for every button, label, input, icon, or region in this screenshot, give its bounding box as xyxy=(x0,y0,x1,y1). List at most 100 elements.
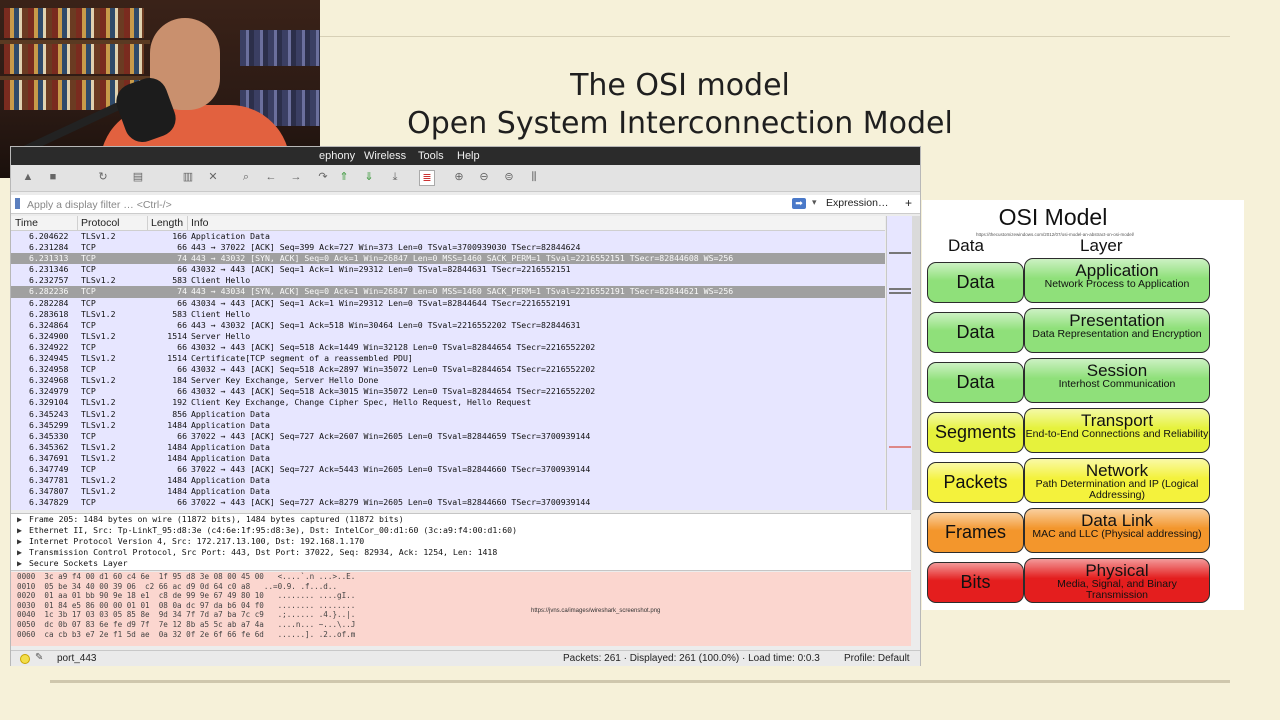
zoom-reset-icon[interactable]: ⊜ xyxy=(502,170,516,184)
save-icon[interactable]: ▥ xyxy=(181,170,195,184)
packet-time: 6.231346 xyxy=(29,264,69,275)
packet-row[interactable]: 6.231346 TCP 66 43032 → 443 [ACK] Seq=1 Ack… xyxy=(11,264,885,276)
search-icon[interactable]: ⌕ xyxy=(239,170,253,184)
menu-bar: ephony Wireless Tools Help xyxy=(11,147,920,165)
packet-row[interactable]: 6.283618 TLSv1.2 583 Client Hello xyxy=(11,308,885,320)
column-divider[interactable] xyxy=(147,216,148,230)
packet-row[interactable]: 6.347807 TLSv1.2 1484 Application Data xyxy=(11,486,885,498)
go-first-icon[interactable]: ⇑ xyxy=(337,170,351,184)
expression-button[interactable]: Expression… xyxy=(826,197,888,209)
packet-len: 856 xyxy=(172,408,187,419)
packet-row[interactable]: 6.324958 TCP 66 43032 → 443 [ACK] Seq=518 A… xyxy=(11,364,885,376)
column-info[interactable]: Info xyxy=(191,217,209,229)
packet-row[interactable]: 6.232757 TLSv1.2 583 Client Hello xyxy=(11,275,885,287)
bookshelf-row xyxy=(4,8,144,38)
profile-selector[interactable]: Profile: Default xyxy=(844,653,910,664)
status-indicator-icon[interactable] xyxy=(20,654,30,664)
column-divider[interactable] xyxy=(77,216,78,230)
autoscroll-icon[interactable]: ⤓ xyxy=(388,170,402,184)
packet-proto: TCP xyxy=(81,242,96,253)
shark-fin-icon[interactable]: ▲ xyxy=(21,170,35,184)
osi-layer: Session Interhost Communication xyxy=(1024,358,1210,403)
packet-row[interactable]: 6.345243 TLSv1.2 856 Application Data xyxy=(11,408,885,420)
zoom-in-icon[interactable]: ⊕ xyxy=(452,170,466,184)
close-icon[interactable]: ✕ xyxy=(206,170,220,184)
colorize-icon[interactable]: ≣ xyxy=(419,170,435,186)
column-divider[interactable] xyxy=(187,216,188,230)
packet-row[interactable]: 6.324900 TLSv1.2 1514 Server Hello xyxy=(11,330,885,342)
packet-row[interactable]: 6.324945 TLSv1.2 1514 Certificate[TCP segme… xyxy=(11,353,885,365)
add-filter-button[interactable]: + xyxy=(905,196,912,210)
menu-help[interactable]: Help xyxy=(457,150,480,162)
slide-top-rule xyxy=(320,36,1230,37)
menu-wireless[interactable]: Wireless xyxy=(364,150,406,162)
menu-telephony[interactable]: ephony xyxy=(319,150,355,162)
edit-icon[interactable]: ✎ xyxy=(35,652,43,663)
hex-row[interactable]: 0060 ca cb b3 e7 2e f1 5d ae 0a 32 0f 2e… xyxy=(11,630,911,640)
open-icon[interactable]: ▤ xyxy=(131,170,145,184)
packet-row[interactable]: 6.231284 TCP 66 443 → 37022 [ACK] Seq=399 A… xyxy=(11,242,885,254)
forward-icon[interactable]: → xyxy=(289,170,303,184)
packet-row[interactable]: 6.324968 TLSv1.2 184 Server Key Exchange, S… xyxy=(11,375,885,387)
stop-icon[interactable]: ■ xyxy=(46,170,60,184)
packet-row[interactable]: 6.324979 TCP 66 43032 → 443 [ACK] Seq=518 A… xyxy=(11,386,885,398)
packet-info: Application Data xyxy=(191,452,270,463)
column-time[interactable]: Time xyxy=(15,217,38,229)
packet-row[interactable]: 6.347691 TLSv1.2 1484 Application Data xyxy=(11,452,885,464)
packet-row[interactable]: 6.345330 TCP 66 37022 → 443 [ACK] Seq=727 A… xyxy=(11,430,885,442)
packet-row[interactable]: 6.282236 TCP 74 443 → 43034 [SYN, ACK] Seq=… xyxy=(11,286,885,298)
hex-row[interactable]: 0020 01 aa 01 bb 90 9e 18 e1 c8 de 99 9e… xyxy=(11,591,911,601)
packet-info: Application Data xyxy=(191,408,270,419)
chevron-down-icon[interactable]: ▾ xyxy=(812,197,817,208)
detail-row[interactable]: ▶ Secure Sockets Layer xyxy=(11,558,911,569)
packet-row[interactable]: 6.204622 TLSv1.2 166 Application Data xyxy=(11,231,885,243)
packet-row[interactable]: 6.329104 TLSv1.2 192 Client Key Exchange, C… xyxy=(11,397,885,409)
packet-time: 6.324864 xyxy=(29,319,69,330)
packet-time: 6.232757 xyxy=(29,275,69,286)
hex-row[interactable]: 0040 1c 3b 17 03 03 05 85 8e 9d 34 7f 7d… xyxy=(11,610,911,620)
packet-time: 6.231313 xyxy=(29,253,69,264)
hex-row[interactable]: 0030 01 84 e5 86 00 00 01 01 08 0a dc 97… xyxy=(11,601,911,611)
display-filter-input[interactable] xyxy=(25,197,789,213)
detail-row[interactable]: ▶ Internet Protocol Version 4, Src: 172.2… xyxy=(11,536,911,547)
detail-row[interactable]: ▶ Ethernet II, Src: Tp-LinkT_95:d8:3e (c4… xyxy=(11,525,911,536)
packet-info: Client Hello xyxy=(191,308,251,319)
column-protocol[interactable]: Protocol xyxy=(81,217,120,229)
go-to-icon[interactable]: ↷ xyxy=(316,170,330,184)
packet-time: 6.282236 xyxy=(29,286,69,297)
packet-list-scrollbar[interactable] xyxy=(912,216,920,510)
packet-row[interactable]: 6.324922 TCP 66 43032 → 443 [ACK] Seq=518 A… xyxy=(11,341,885,354)
menu-tools[interactable]: Tools xyxy=(418,150,444,162)
packet-row[interactable]: 6.347829 TCP 66 37022 → 443 [ACK] Seq=727 A… xyxy=(11,497,885,509)
packet-row[interactable]: 6.347749 TCP 66 37022 → 443 [ACK] Seq=727 A… xyxy=(11,463,885,476)
resize-columns-icon[interactable]: ⫼ xyxy=(527,170,541,184)
packet-row[interactable]: 6.345299 TLSv1.2 1484 Application Data xyxy=(11,419,885,431)
packet-row[interactable]: 6.324864 TCP 66 443 → 43032 [ACK] Seq=1 Ack… xyxy=(11,319,885,331)
hex-row[interactable]: 0050 dc 0b 07 83 6e fe d9 7f 7e 12 8b a5… xyxy=(11,620,911,630)
packet-row[interactable]: 6.345362 TLSv1.2 1484 Application Data xyxy=(11,441,885,453)
osi-layer-name: Transport xyxy=(1080,411,1154,430)
packet-row[interactable]: 6.231313 TCP 74 443 → 43032 [SYN, ACK] Seq=… xyxy=(11,253,885,265)
packet-len: 1514 xyxy=(167,353,187,364)
apply-filter-arrow-icon[interactable]: ➡ xyxy=(792,198,806,209)
packet-info: Application Data xyxy=(191,419,270,430)
packet-row[interactable]: 6.282284 TCP 66 43034 → 443 [ACK] Seq=1 Ack… xyxy=(11,297,885,309)
column-length[interactable]: Length xyxy=(151,217,183,229)
detail-row[interactable]: ▶ Frame 205: 1484 bytes on wire (11872 bi… xyxy=(11,514,911,525)
bookmark-icon[interactable] xyxy=(15,198,20,209)
hex-row[interactable]: 0000 3c a9 f4 00 d1 60 c4 6e 1f 95 d8 3e… xyxy=(11,572,911,582)
packet-minimap[interactable] xyxy=(886,216,913,510)
osi-data-unit: Data xyxy=(927,312,1024,353)
packet-proto: TLSv1.2 xyxy=(81,441,116,452)
minimap-mark xyxy=(889,292,911,294)
back-icon[interactable]: ← xyxy=(264,170,278,184)
osi-data-unit: Packets xyxy=(927,462,1024,503)
go-last-icon[interactable]: ⇓ xyxy=(362,170,376,184)
display-filter-bar: ➡ ▾ Expression… + xyxy=(11,195,920,214)
restart-icon[interactable]: ↻ xyxy=(96,170,110,184)
packet-row[interactable]: 6.347781 TLSv1.2 1484 Application Data xyxy=(11,475,885,487)
packet-info: 443 → 43032 [ACK] Seq=1 Ack=518 Win=3046… xyxy=(191,319,581,330)
detail-row[interactable]: ▶ Transmission Control Protocol, Src Port… xyxy=(11,547,911,558)
zoom-out-icon[interactable]: ⊖ xyxy=(477,170,491,184)
hex-row[interactable]: 0010 05 be 34 40 00 39 06 c2 66 ac d9 0d… xyxy=(11,582,911,592)
